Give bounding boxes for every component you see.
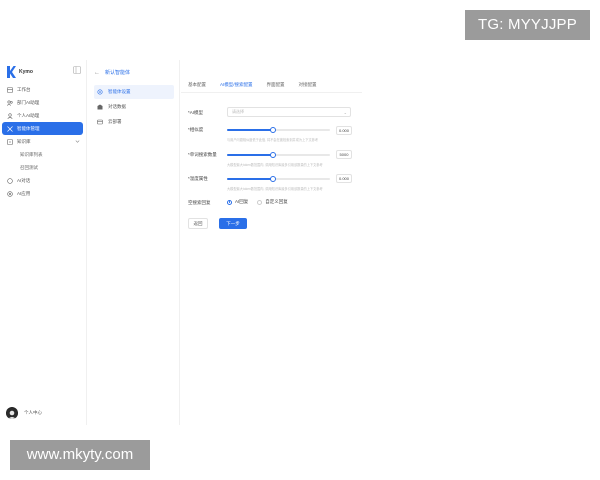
- temperature-hint: 大模型最大token数范围内, 调用知识库最多引用该数量的上下文参考: [227, 187, 323, 191]
- agent-sub-panel: ← 新认智能体 智能体设置 对话数据 云部署: [88, 60, 180, 425]
- app-name: Kymo: [19, 69, 33, 75]
- sidebar-item-knowledge-base[interactable]: 知识库: [0, 135, 87, 148]
- temperature-label: *温度属性: [188, 176, 208, 181]
- radio-label: 自定义回复: [265, 199, 288, 204]
- watermark-telegram: TG: MYYJJPP: [465, 10, 590, 40]
- kymo-logo-icon: [7, 66, 16, 78]
- data-icon: [97, 104, 103, 110]
- watermark-website: www.mkyty.com: [10, 440, 150, 470]
- sidebar: Kymo 工作台 部门AI助理 个人AI助理 智能体管理 知识库 知识库列表 召…: [0, 60, 87, 425]
- sub-item-label: 智能体设置: [108, 89, 131, 94]
- arrow-left-icon: ←: [94, 69, 100, 76]
- avatar-image: [6, 408, 18, 419]
- ai-model-label: *AI模型: [188, 110, 204, 115]
- sidebar-item-label: 智能体管理: [17, 125, 40, 131]
- empty-search-radio-group: AI回复 自定义回复: [227, 199, 288, 205]
- temperature-slider[interactable]: [227, 176, 330, 182]
- app-window: Kymo 工作台 部门AI助理 个人AI助理 智能体管理 知识库 知识库列表 召…: [0, 60, 600, 425]
- slider-fill: [227, 178, 274, 180]
- radio-indicator: [227, 199, 232, 205]
- cloud-icon: [97, 119, 103, 125]
- sub-item-label: 云部署: [108, 119, 122, 124]
- radio-indicator: [257, 199, 263, 205]
- search-count-label: *单词搜索数量: [188, 152, 217, 157]
- similarity-slider[interactable]: [227, 127, 330, 133]
- slider-fill: [227, 154, 274, 156]
- workbench-icon: [7, 86, 13, 93]
- knowledge-icon: [7, 138, 13, 145]
- user-profile[interactable]: 个人中心: [6, 407, 42, 419]
- sidebar-item-ai-apps[interactable]: AI应用: [0, 187, 87, 200]
- sub-item-chat-data[interactable]: 对话数据: [94, 100, 174, 114]
- sidebar-item-personal-ai[interactable]: 个人AI助理: [0, 109, 87, 122]
- search-count-hint: 大模型最大token数范围内, 调用知识库最多引用该数量的上下文参考: [227, 163, 323, 167]
- sidebar-item-label: 知识库列表: [20, 151, 43, 157]
- sidebar-item-label: 部门AI助理: [17, 99, 40, 105]
- person-icon: [7, 112, 13, 119]
- tab-divider: [181, 92, 362, 93]
- sub-item-cloud-deploy[interactable]: 云部署: [94, 115, 174, 129]
- radio-custom-reply[interactable]: 自定义回复: [257, 199, 288, 205]
- select-placeholder: 请选择: [232, 109, 244, 114]
- slider-handle[interactable]: [270, 152, 277, 158]
- similarity-value-input[interactable]: 0.000: [336, 126, 352, 135]
- sidebar-item-workbench[interactable]: 工作台: [0, 83, 87, 96]
- sidebar-item-label: 工作台: [17, 86, 31, 92]
- sidebar-item-ai-chat[interactable]: AI对话: [0, 174, 87, 187]
- sidebar-item-dept-ai[interactable]: 部门AI助理: [0, 96, 87, 109]
- agent-title: 新认智能体: [105, 70, 131, 76]
- main-content: 基本配置 AI模型/搜索配置 界面配置 对接配置 *AI模型 请选择 ⌄ *相似…: [181, 60, 600, 425]
- sidebar-item-label: 召回测试: [20, 164, 38, 170]
- sidebar-subitem-knowledge-list[interactable]: 知识库列表: [0, 148, 87, 161]
- settings-icon: [97, 89, 103, 95]
- sub-item-label: 对话数据: [108, 104, 126, 109]
- radio-label: AI回复: [235, 199, 249, 204]
- back-button[interactable]: ← 新认智能体: [94, 69, 131, 77]
- user-name: 个人中心: [24, 410, 42, 415]
- team-icon: [7, 99, 13, 106]
- agent-icon: [7, 125, 13, 132]
- sidebar-item-label: AI应用: [17, 190, 31, 196]
- sidebar-nav: 工作台 部门AI助理 个人AI助理 智能体管理 知识库 知识库列表 召回测试 A…: [0, 83, 87, 200]
- slider-fill: [227, 129, 274, 131]
- slider-handle[interactable]: [270, 176, 277, 182]
- ai-model-select[interactable]: 请选择 ⌄: [227, 107, 351, 117]
- app-logo[interactable]: Kymo: [6, 65, 33, 79]
- similarity-label: *相似度: [188, 127, 204, 132]
- chevron-down-icon: ⌄: [343, 110, 347, 115]
- sidebar-item-label: AI对话: [17, 177, 31, 183]
- sidebar-item-label: 个人AI助理: [17, 112, 40, 118]
- similarity-hint: 与用户问题相似度低于此值, 将不会在被检索到并成为上下文参考: [227, 138, 319, 142]
- collapse-sidebar-icon[interactable]: [73, 66, 81, 74]
- slider-handle[interactable]: [270, 127, 277, 133]
- temperature-value-input[interactable]: 0.000: [336, 174, 352, 183]
- back-step-button[interactable]: 返回: [188, 218, 208, 229]
- chevron-down-icon: [75, 140, 80, 143]
- apps-icon: [7, 190, 13, 197]
- sidebar-subitem-recall-test[interactable]: 召回测试: [0, 161, 87, 174]
- sidebar-item-agent-management[interactable]: 智能体管理: [2, 122, 83, 135]
- empty-search-label: 空搜索回复: [188, 200, 211, 205]
- search-count-slider[interactable]: [227, 152, 330, 158]
- next-step-button[interactable]: 下一步: [219, 218, 247, 229]
- sub-item-agent-settings[interactable]: 智能体设置: [94, 85, 174, 99]
- radio-ai-reply[interactable]: AI回复: [227, 199, 248, 205]
- search-count-value-input[interactable]: 5000: [336, 150, 352, 159]
- chat-icon: [7, 177, 13, 184]
- sidebar-item-label: 知识库: [17, 138, 31, 144]
- avatar: [6, 407, 18, 419]
